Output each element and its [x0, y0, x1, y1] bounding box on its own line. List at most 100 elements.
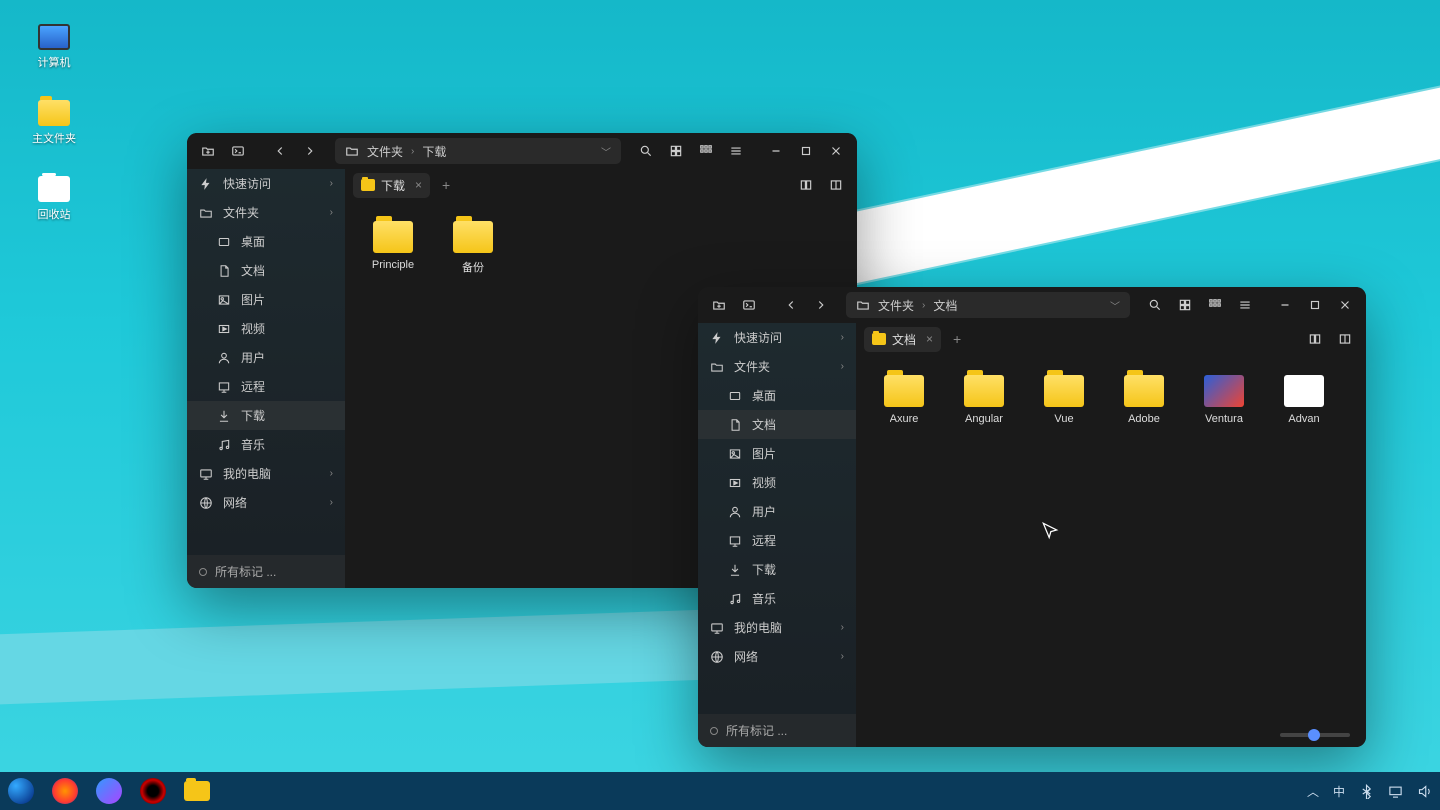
- sidebar-sub-远程[interactable]: 远程: [698, 526, 856, 555]
- sidebar-item-network[interactable]: 网络›: [698, 642, 856, 671]
- circle-icon: [199, 568, 207, 576]
- back-button[interactable]: [267, 138, 293, 164]
- file-item[interactable]: Adobe: [1116, 375, 1172, 425]
- minimize-button[interactable]: [1272, 292, 1298, 318]
- chevron-right-icon: ›: [411, 146, 414, 157]
- display-icon[interactable]: [1388, 784, 1403, 799]
- file-item[interactable]: Ventura: [1196, 375, 1252, 425]
- chevron-down-icon[interactable]: ﹀: [601, 144, 611, 159]
- breadcrumb-root[interactable]: 文件夹: [878, 297, 914, 314]
- close-button[interactable]: [823, 138, 849, 164]
- sidebar-sub-视频[interactable]: 视频: [698, 468, 856, 497]
- file-icon: [1124, 375, 1164, 407]
- new-tab-button[interactable]: +: [436, 175, 456, 195]
- close-tab-icon[interactable]: ×: [926, 332, 933, 346]
- search-button[interactable]: [1142, 292, 1168, 318]
- tab-active[interactable]: 文档 ×: [864, 327, 941, 352]
- split-horizontal-icon[interactable]: [823, 172, 849, 198]
- split-vertical-icon[interactable]: [793, 172, 819, 198]
- file-grid[interactable]: Axure Angular Vue Adobe Ventura Advan: [856, 355, 1366, 747]
- desktop-icon-computer[interactable]: 计算机: [30, 24, 78, 70]
- sidebar-sub-用户[interactable]: 用户: [187, 343, 345, 372]
- file-item[interactable]: Principle: [365, 221, 421, 275]
- file-manager-window-2: 文件夹 › 文档 ﹀ 快速访问› 文件夹› 桌面文档图片视频用户远程下载音乐 我…: [698, 287, 1366, 747]
- sort-button[interactable]: [1202, 292, 1228, 318]
- close-button[interactable]: [1332, 292, 1358, 318]
- taskbar-files-icon[interactable]: [184, 781, 210, 801]
- breadcrumb-current[interactable]: 下载: [422, 143, 446, 160]
- view-toggle-button[interactable]: [663, 138, 689, 164]
- ime-indicator[interactable]: 中: [1333, 783, 1345, 800]
- file-item[interactable]: Axure: [876, 375, 932, 425]
- file-item[interactable]: Vue: [1036, 375, 1092, 425]
- sidebar-sub-下载[interactable]: 下载: [187, 401, 345, 430]
- sidebar-sub-下载[interactable]: 下载: [698, 555, 856, 584]
- sidebar-sub-视频[interactable]: 视频: [187, 314, 345, 343]
- sidebar-tags[interactable]: 所有标记 ...: [698, 714, 856, 747]
- forward-button[interactable]: [297, 138, 323, 164]
- titlebar[interactable]: 文件夹 › 下载 ﹀: [187, 133, 857, 169]
- file-item[interactable]: 备份: [445, 221, 501, 275]
- maximize-button[interactable]: [793, 138, 819, 164]
- split-horizontal-icon[interactable]: [1332, 326, 1358, 352]
- sidebar-sub-文档[interactable]: 文档: [187, 256, 345, 285]
- forward-button[interactable]: [808, 292, 834, 318]
- sidebar-sub-图片[interactable]: 图片: [698, 439, 856, 468]
- folder-icon: [38, 100, 70, 126]
- desktop-icon-label: 回收站: [38, 206, 71, 222]
- desktop-icon-trash[interactable]: 回收站: [30, 176, 78, 222]
- sidebar-item-quick[interactable]: 快速访问›: [187, 169, 345, 198]
- sidebar-sub-图片[interactable]: 图片: [187, 285, 345, 314]
- search-button[interactable]: [633, 138, 659, 164]
- tab-active[interactable]: 下载 ×: [353, 173, 430, 198]
- address-bar[interactable]: 文件夹 › 下载 ﹀: [335, 138, 621, 164]
- sidebar-item-computer[interactable]: 我的电脑›: [187, 459, 345, 488]
- zoom-slider[interactable]: [1280, 733, 1350, 737]
- file-item[interactable]: Angular: [956, 375, 1012, 425]
- taskbar[interactable]: ︿ 中: [0, 772, 1440, 810]
- back-button[interactable]: [778, 292, 804, 318]
- chevron-right-icon: ›: [922, 300, 925, 311]
- terminal-button[interactable]: [736, 292, 762, 318]
- volume-icon[interactable]: [1417, 784, 1432, 799]
- sidebar-item-folders[interactable]: 文件夹›: [187, 198, 345, 227]
- sidebar-sub-远程[interactable]: 远程: [187, 372, 345, 401]
- sidebar-item-computer[interactable]: 我的电脑›: [698, 613, 856, 642]
- sidebar-item-folders[interactable]: 文件夹›: [698, 352, 856, 381]
- titlebar[interactable]: 文件夹 › 文档 ﹀: [698, 287, 1366, 323]
- sidebar-item-network[interactable]: 网络›: [187, 488, 345, 517]
- sort-button[interactable]: [693, 138, 719, 164]
- bluetooth-icon[interactable]: [1359, 784, 1374, 799]
- minimize-button[interactable]: [763, 138, 789, 164]
- system-tray: ︿ 中: [1307, 783, 1432, 800]
- close-tab-icon[interactable]: ×: [415, 178, 422, 192]
- new-folder-button[interactable]: [195, 138, 221, 164]
- menu-button[interactable]: [1232, 292, 1258, 318]
- sidebar-sub-用户[interactable]: 用户: [698, 497, 856, 526]
- sidebar-sub-桌面[interactable]: 桌面: [698, 381, 856, 410]
- new-tab-button[interactable]: +: [947, 329, 967, 349]
- sidebar-sub-桌面[interactable]: 桌面: [187, 227, 345, 256]
- taskbar-app-icon[interactable]: [140, 778, 166, 804]
- breadcrumb-root[interactable]: 文件夹: [367, 143, 403, 160]
- tray-expand-icon[interactable]: ︿: [1307, 783, 1319, 800]
- split-vertical-icon[interactable]: [1302, 326, 1328, 352]
- menu-button[interactable]: [723, 138, 749, 164]
- desktop-icon-home[interactable]: 主文件夹: [30, 100, 78, 146]
- taskbar-firefox-icon[interactable]: [52, 778, 78, 804]
- sidebar-sub-音乐[interactable]: 音乐: [698, 584, 856, 613]
- sidebar-item-quick[interactable]: 快速访问›: [698, 323, 856, 352]
- breadcrumb-current[interactable]: 文档: [933, 297, 957, 314]
- start-button[interactable]: [8, 778, 34, 804]
- address-bar[interactable]: 文件夹 › 文档 ﹀: [846, 292, 1130, 318]
- view-toggle-button[interactable]: [1172, 292, 1198, 318]
- terminal-button[interactable]: [225, 138, 251, 164]
- taskbar-app-icon[interactable]: [96, 778, 122, 804]
- new-folder-button[interactable]: [706, 292, 732, 318]
- maximize-button[interactable]: [1302, 292, 1328, 318]
- chevron-down-icon[interactable]: ﹀: [1110, 298, 1120, 313]
- sidebar-sub-音乐[interactable]: 音乐: [187, 430, 345, 459]
- file-item[interactable]: Advan: [1276, 375, 1332, 425]
- sidebar-sub-文档[interactable]: 文档: [698, 410, 856, 439]
- sidebar-tags[interactable]: 所有标记 ...: [187, 555, 345, 588]
